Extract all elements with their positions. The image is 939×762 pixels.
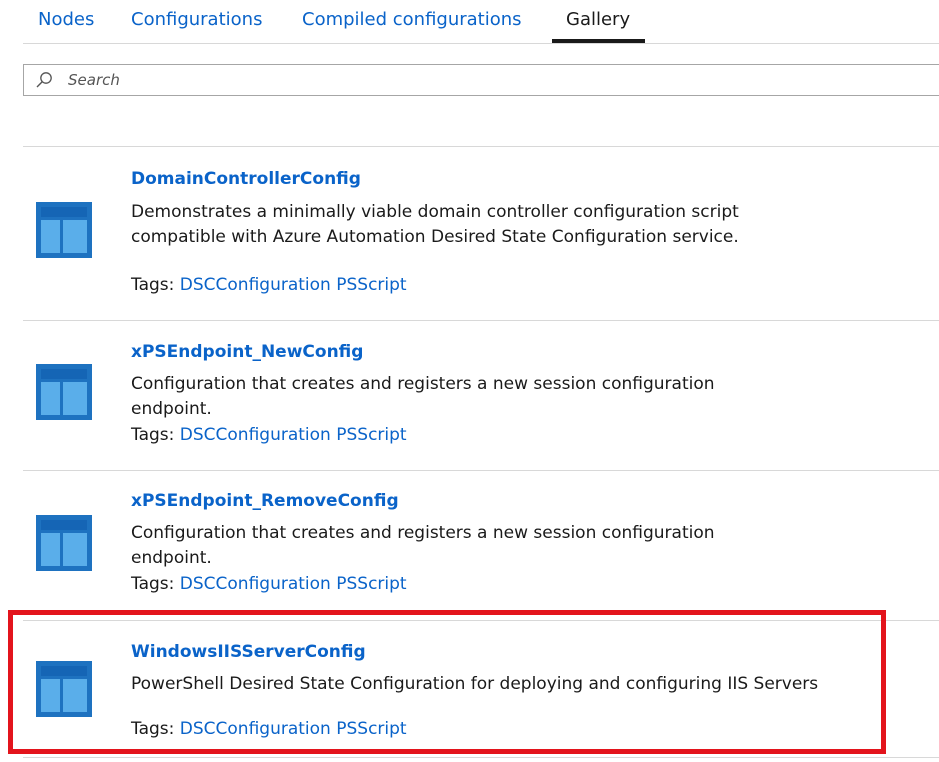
configuration-icon xyxy=(36,202,92,258)
item-title[interactable]: xPSEndpoint_RemoveConfig xyxy=(131,491,399,511)
gallery-list: DomainControllerConfig Demonstrates a mi… xyxy=(23,146,939,762)
tab-configurations[interactable]: Configurations xyxy=(131,9,262,30)
tag-link[interactable]: PSScript xyxy=(336,425,406,445)
list-item[interactable]: xPSEndpoint_NewConfig Configuration that… xyxy=(23,320,939,470)
item-tags: Tags: DSCConfiguration PSScript xyxy=(131,275,407,295)
item-title[interactable]: DomainControllerConfig xyxy=(131,169,361,189)
item-title[interactable]: xPSEndpoint_NewConfig xyxy=(131,342,363,362)
tag-link[interactable]: DSCConfiguration xyxy=(180,275,331,295)
tag-link[interactable]: DSCConfiguration xyxy=(180,574,331,594)
item-description: Configuration that creates and registers… xyxy=(131,374,715,419)
page: Nodes Configurations Compiled configurat… xyxy=(0,0,939,762)
tab-gallery[interactable]: Gallery xyxy=(566,9,630,30)
tab-compiled-configurations[interactable]: Compiled configurations xyxy=(302,9,522,30)
item-description: PowerShell Desired State Configuration f… xyxy=(131,674,819,694)
tag-link[interactable]: DSCConfiguration xyxy=(180,425,331,445)
item-title[interactable]: WindowsIISServerConfig xyxy=(131,642,366,662)
tag-link[interactable]: PSScript xyxy=(336,574,406,594)
tag-link[interactable]: DSCConfiguration xyxy=(180,719,331,739)
divider xyxy=(23,757,939,758)
search-box[interactable] xyxy=(23,64,939,96)
list-item[interactable]: xPSEndpoint_RemoveConfig Configuration t… xyxy=(23,470,939,620)
list-item[interactable]: DomainControllerConfig Demonstrates a mi… xyxy=(23,146,939,320)
tags-label: Tags: xyxy=(131,719,175,739)
item-tags: Tags: DSCConfiguration PSScript xyxy=(131,425,407,445)
search-input[interactable] xyxy=(68,65,928,95)
tag-link[interactable]: PSScript xyxy=(336,275,406,295)
tag-link[interactable]: PSScript xyxy=(336,719,406,739)
item-description: Configuration that creates and registers… xyxy=(131,523,715,568)
configuration-icon xyxy=(36,661,92,717)
active-tab-indicator xyxy=(552,39,645,43)
tab-nodes[interactable]: Nodes xyxy=(38,9,94,30)
tags-label: Tags: xyxy=(131,425,175,445)
search-icon xyxy=(35,71,53,89)
tags-label: Tags: xyxy=(131,574,175,594)
list-item-highlighted[interactable]: WindowsIISServerConfig PowerShell Desire… xyxy=(23,620,939,762)
configuration-icon xyxy=(36,515,92,571)
tab-bar: Nodes Configurations Compiled configurat… xyxy=(23,0,939,44)
configuration-icon xyxy=(36,364,92,420)
tags-label: Tags: xyxy=(131,275,175,295)
item-tags: Tags: DSCConfiguration PSScript xyxy=(131,574,407,594)
item-description: Demonstrates a minimally viable domain c… xyxy=(131,202,739,247)
item-tags: Tags: DSCConfiguration PSScript xyxy=(131,719,407,739)
